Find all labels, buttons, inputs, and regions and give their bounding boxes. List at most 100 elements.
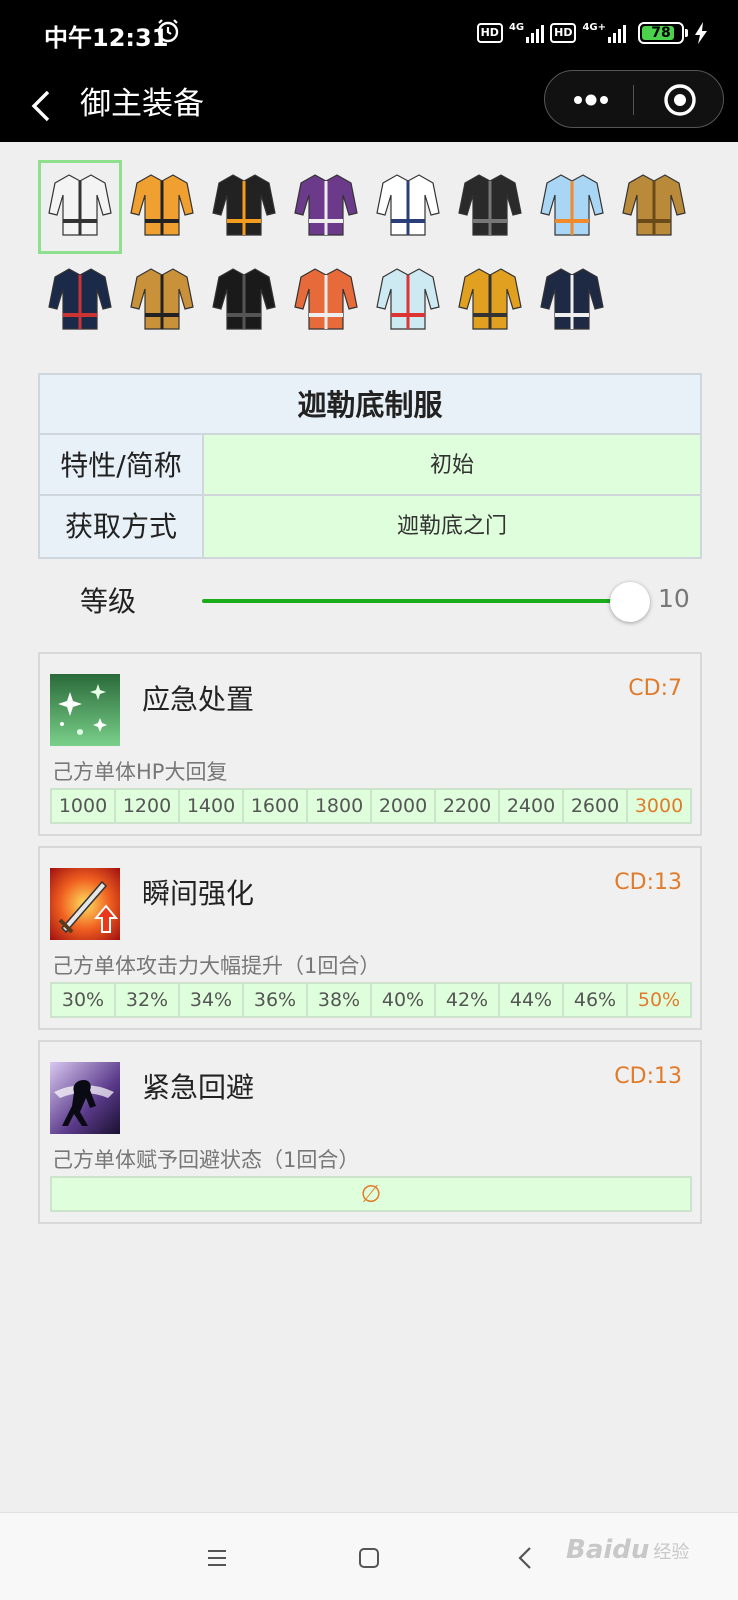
skill-name: 瞬间强化: [142, 877, 255, 910]
skill-description: 己方单体HP大回复: [52, 760, 228, 784]
outfit-thumb-10[interactable]: [120, 254, 204, 348]
alarm-icon: [157, 19, 179, 43]
skill-value: 42%: [436, 984, 500, 1016]
skill-description: 己方单体攻击力大幅提升（1回合）: [52, 954, 381, 978]
battery-icon: 78: [638, 22, 684, 44]
signal-icon-2: [608, 23, 626, 43]
outfit-icon: [458, 174, 522, 236]
outfit-thumb-7[interactable]: [530, 160, 614, 254]
skill-value: 40%: [372, 984, 436, 1016]
skill-value: 1200: [116, 790, 180, 822]
outfit-thumb-12[interactable]: [284, 254, 368, 348]
outfit-thumb-9[interactable]: [38, 254, 122, 348]
skill-value-max: 3000: [628, 790, 690, 822]
skill-value: 38%: [308, 984, 372, 1016]
outfit-grid: [38, 160, 698, 340]
skill-card-3: 紧急回避 CD:13 己方单体赋予回避状态（1回合） ∅: [38, 1040, 702, 1224]
outfit-thumb-1[interactable]: [38, 160, 122, 254]
outfit-icon: [130, 174, 194, 236]
skill-value-max: 50%: [628, 984, 690, 1016]
skill-values: 30% 32% 34% 36% 38% 40% 42% 44% 46% 50%: [50, 982, 692, 1018]
skill-value: 1800: [308, 790, 372, 822]
outfit-thumb-4[interactable]: [284, 160, 368, 254]
outfit-thumb-14[interactable]: [448, 254, 532, 348]
outfit-icon: [458, 268, 522, 330]
outfit-icon: [212, 268, 276, 330]
close-miniapp-icon[interactable]: [663, 83, 697, 117]
skill-value: 1000: [52, 790, 116, 822]
watermark-logo: Baidu 经验: [566, 1535, 689, 1565]
status-icons: HD 4G HD 4G+ 78: [476, 18, 708, 48]
system-back-icon[interactable]: [516, 1545, 534, 1571]
status-time: 中午12:31: [44, 24, 169, 52]
outfit-thumb-13[interactable]: [366, 254, 450, 348]
info-key: 特性/简称: [40, 435, 204, 494]
outfit-icon: [294, 174, 358, 236]
battery-level: 78: [651, 25, 671, 41]
skill-value-null: ∅: [50, 1176, 692, 1212]
home-icon[interactable]: [358, 1547, 380, 1569]
back-icon[interactable]: [22, 80, 62, 130]
info-key: 获取方式: [40, 496, 204, 557]
outfit-thumb-3[interactable]: [202, 160, 286, 254]
outfit-icon: [376, 268, 440, 330]
hd-badge-2: HD: [550, 23, 577, 43]
outfit-icon: [294, 268, 358, 330]
outfit-icon: [540, 268, 604, 330]
outfit-icon: [376, 174, 440, 236]
outfit-thumb-5[interactable]: [366, 160, 450, 254]
outfit-thumb-15[interactable]: [530, 254, 614, 348]
outfit-thumb-2[interactable]: [120, 160, 204, 254]
hd-badge: HD: [476, 23, 503, 43]
level-slider-row: 等级 10: [38, 570, 702, 626]
watermark-suffix: 经验: [653, 1542, 690, 1563]
skill-value: 46%: [564, 984, 628, 1016]
skill-value: 2200: [436, 790, 500, 822]
outfit-thumb-11[interactable]: [202, 254, 286, 348]
skill-name: 紧急回避: [142, 1071, 255, 1104]
skill-value: 1600: [244, 790, 308, 822]
status-bar: 中午12:31 HD 4G HD 4G+ 78: [0, 0, 738, 68]
info-row-source: 获取方式 迦勒底之门: [40, 496, 700, 557]
skill-card-2: 瞬间强化 CD:13 己方单体攻击力大幅提升（1回合） 30% 32% 34% …: [38, 846, 702, 1030]
sword-up-icon: [50, 868, 120, 940]
skill-value: 36%: [244, 984, 308, 1016]
level-value: 10: [658, 584, 690, 613]
outfit-icon: [48, 268, 112, 330]
network-label: 4G: [508, 22, 525, 33]
nav-bar: 御主装备: [0, 68, 738, 142]
battery-tip: [685, 29, 688, 37]
skill-value: 34%: [180, 984, 244, 1016]
charging-icon: [695, 22, 707, 44]
outfit-thumb-8[interactable]: [612, 160, 696, 254]
outfit-thumb-6[interactable]: [448, 160, 532, 254]
skill-value: 2600: [564, 790, 628, 822]
more-icon[interactable]: [571, 89, 611, 111]
evade-icon: [50, 1062, 120, 1134]
skill-card-1: 应急处置 CD:7 己方单体HP大回复 1000 1200 1400 1600 …: [38, 652, 702, 836]
skill-value: 44%: [500, 984, 564, 1016]
skill-value: 2000: [372, 790, 436, 822]
skill-description: 己方单体赋予回避状态（1回合）: [52, 1148, 360, 1172]
outfit-icon: [48, 174, 112, 236]
network-label-2: 4G+: [582, 22, 606, 33]
skill-value: 2400: [500, 790, 564, 822]
page-title: 御主装备: [80, 86, 204, 122]
outfit-icon: [540, 174, 604, 236]
skill-name: 应急处置: [142, 683, 255, 716]
capsule-divider: [633, 85, 634, 115]
skill-value: 32%: [116, 984, 180, 1016]
miniapp-capsule: [544, 70, 724, 128]
level-slider-thumb[interactable]: [610, 582, 650, 622]
outfit-icon: [212, 174, 276, 236]
heal-sparkle-icon: [50, 674, 120, 746]
watermark-brand: Baidu: [566, 1535, 650, 1565]
skill-cooldown: CD:7: [628, 676, 682, 701]
level-slider-track[interactable]: [202, 599, 630, 603]
signal-icon: [526, 23, 545, 43]
menu-icon[interactable]: [206, 1547, 228, 1569]
system-nav-bar: Baidu 经验: [0, 1512, 738, 1600]
skill-cooldown: CD:13: [614, 1064, 682, 1089]
info-value: 迦勒底之门: [204, 496, 700, 557]
skill-values: 1000 1200 1400 1600 1800 2000 2200 2400 …: [50, 788, 692, 824]
